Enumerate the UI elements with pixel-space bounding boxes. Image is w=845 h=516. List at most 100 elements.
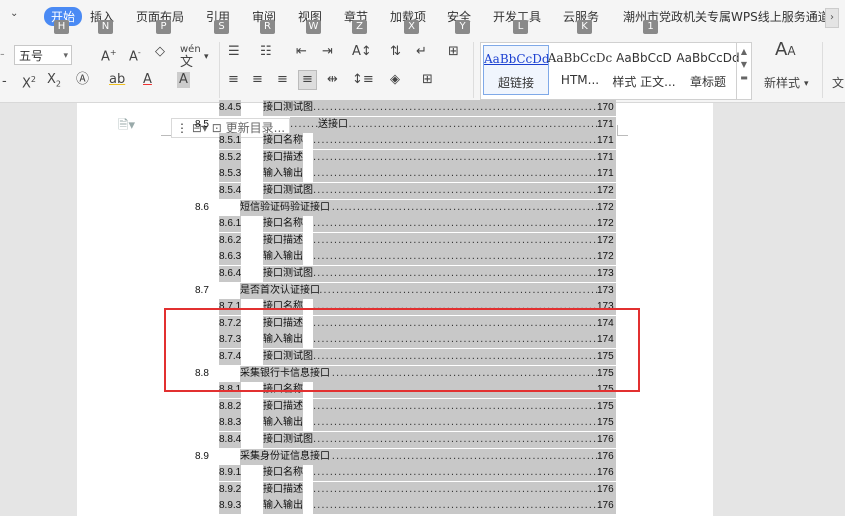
toc-leader-dots: ........................................… <box>313 415 597 431</box>
toc-entry[interactable]: ........................................… <box>0 415 845 431</box>
chevron-down-icon[interactable]: ▼ <box>737 60 751 69</box>
toc-entry[interactable]: ........................................… <box>0 183 845 199</box>
chinese-layout-icon[interactable]: A↕ <box>352 44 372 60</box>
toc-number: 8.6.3 <box>219 249 242 265</box>
font-size-select[interactable]: 五号 ▾ <box>14 45 72 65</box>
new-style-icon[interactable]: AA <box>775 41 796 59</box>
toc-page-number: 175 <box>597 399 616 415</box>
toc-entry[interactable]: ........................................… <box>0 449 845 465</box>
style-item[interactable]: AaBbCcDd 超链接 <box>483 45 549 95</box>
toc-entry[interactable]: ........................................… <box>0 498 845 514</box>
numbered-list-icon[interactable]: ☷ <box>260 44 272 60</box>
increase-indent-icon[interactable]: ⇥ <box>322 44 333 60</box>
toc-entry[interactable]: ........................................… <box>0 166 845 182</box>
shrink-font-icon[interactable]: A- <box>129 45 141 65</box>
toc-page-number: 176 <box>597 449 616 465</box>
toc-page-number: 175 <box>597 415 616 431</box>
keytip-badge: R <box>260 20 275 34</box>
text-effect-icon[interactable]: Ⓐ <box>76 72 89 88</box>
toc-page-number: 171 <box>597 166 616 182</box>
toc-number: 8.5.4 <box>219 183 242 199</box>
toc-entry[interactable]: ........................................… <box>0 233 845 249</box>
phonetic-guide-icon[interactable]: wén 文 <box>180 42 201 71</box>
toc-entry[interactable]: ........................................… <box>0 432 845 448</box>
toc-entry[interactable]: ........................................… <box>0 117 845 133</box>
toc-entry[interactable]: ........................................… <box>0 399 845 415</box>
toc-entry[interactable]: ........................................… <box>0 216 845 232</box>
toc-number: 8.9.1 <box>219 465 242 481</box>
toc-number: 8.6.2 <box>219 233 242 249</box>
toc-leader-dots: ........................................… <box>313 249 597 265</box>
decrease-indent-icon[interactable]: ⇤ <box>296 44 307 60</box>
style-item[interactable]: AaBbCcD 样式 正文... <box>611 45 677 95</box>
font-color-icon[interactable]: A <box>143 72 152 88</box>
ribbon-toolbar: 五号 ▾ - A+ A- ◇ wén 文 ▾ ‑ X2 X2 Ⓐ ab A A … <box>0 34 845 103</box>
shading-icon[interactable]: ◈ <box>390 72 400 88</box>
style-item[interactable]: AaBbCcDc HTM... <box>547 45 613 95</box>
toc-entry[interactable]: ........................................… <box>0 482 845 498</box>
character-shading-icon[interactable]: A <box>177 72 190 88</box>
toc-entry[interactable]: ........................................… <box>0 100 845 116</box>
toc-number: 8.7 <box>195 285 209 296</box>
toc-leader-dots: ........................................… <box>313 432 597 448</box>
toc-entry[interactable]: ........................................… <box>0 283 845 299</box>
document-area: 🗎▾ ⋮ ⊟▾ ⊡ 更新目录... ......................… <box>0 100 845 516</box>
toc-entry[interactable]: ........................................… <box>0 150 845 166</box>
align-left-icon[interactable]: ≡ <box>228 72 239 88</box>
grow-font-icon[interactable]: A+ <box>101 45 117 65</box>
toc-leader-dots: ........................................… <box>290 449 597 465</box>
toc-page-number: 171 <box>597 117 616 133</box>
distributed-icon[interactable]: ⇹ <box>327 72 338 88</box>
toc-title: 输入输出 <box>263 249 303 265</box>
text-tools-label[interactable]: 文 <box>832 75 844 91</box>
toc-leader-dots: ........................................… <box>313 266 597 282</box>
toc-entry[interactable]: ........................................… <box>0 266 845 282</box>
chevron-up-icon[interactable]: ▲ <box>737 47 751 56</box>
toc-title: 接口名称 <box>263 133 303 149</box>
toc-entry[interactable]: ........................................… <box>0 133 845 149</box>
table-icon[interactable]: ⊞ <box>448 44 459 60</box>
superscript-icon[interactable]: X2 <box>22 72 36 92</box>
toc-page-number: 176 <box>597 432 616 448</box>
toc-number: 8.5.1 <box>219 133 242 149</box>
toc-page-number: 171 <box>597 150 616 166</box>
keytip-badge: Y <box>455 20 470 34</box>
toc-title: 接口测试图 <box>263 183 313 199</box>
line-spacing-icon[interactable]: ↕≡ <box>352 72 374 88</box>
chevron-down-icon[interactable]: ▾ <box>204 49 209 65</box>
toc-title: 接口描述 <box>263 233 303 249</box>
sort-icon[interactable]: ⇅ <box>390 44 401 60</box>
toc-entry[interactable]: ........................................… <box>0 249 845 265</box>
subscript-icon[interactable]: X2 <box>47 72 61 93</box>
toc-leader-dots: ........................................… <box>313 482 597 498</box>
toc-title: 接口测试图 <box>263 100 313 116</box>
justify-icon[interactable]: ≡ <box>298 70 317 90</box>
more-icon[interactable]: ▬ <box>737 73 751 82</box>
toc-entry[interactable]: ........................................… <box>0 200 845 216</box>
toc-number: 8.4.5 <box>219 100 242 116</box>
toc-number: 8.5.2 <box>219 150 242 166</box>
strikethrough-icon[interactable]: ‑ <box>2 74 7 90</box>
font-size-value: 五号 <box>19 49 44 63</box>
style-gallery-scroll[interactable]: ▲ ▼ ▬ <box>736 43 751 99</box>
tabs-scroll-right-button[interactable]: › <box>825 8 839 28</box>
highlight-color-icon[interactable]: ab <box>109 72 125 88</box>
new-style-label[interactable]: 新样式 <box>764 75 800 91</box>
toc-leader-dots: ........................................… <box>313 183 597 199</box>
align-center-icon[interactable]: ≡ <box>252 72 263 88</box>
keytip-badge: K <box>577 20 592 34</box>
border-icon[interactable]: ⊞ <box>422 72 433 88</box>
keytip-badge: 1 <box>643 20 658 34</box>
bullet-list-icon[interactable]: ☰ <box>228 44 240 60</box>
clear-format-icon[interactable]: ◇ <box>155 44 165 60</box>
align-right-icon[interactable]: ≡ <box>277 72 288 88</box>
toc-entry[interactable]: ........................................… <box>0 465 845 481</box>
font-family-edge[interactable]: - <box>0 47 5 63</box>
chevron-down-icon[interactable]: ▾ <box>804 76 809 92</box>
toc-title: 短信验证码验证接口 <box>240 200 330 216</box>
keytip-badge: S <box>214 20 229 34</box>
toc-leader-dots: ........................................… <box>290 200 597 216</box>
collapse-ribbon-icon[interactable]: ⌄ <box>10 8 18 19</box>
style-item[interactable]: AaBbCcDd 章标题 <box>675 45 741 95</box>
show-marks-icon[interactable]: ↵ <box>416 44 427 60</box>
